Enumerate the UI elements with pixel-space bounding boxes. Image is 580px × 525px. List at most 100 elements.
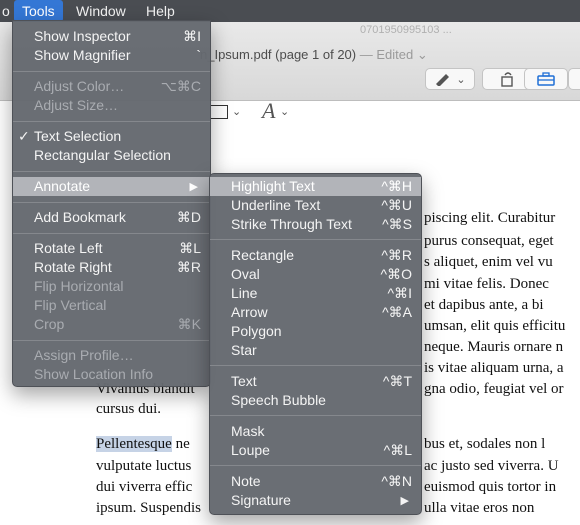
menu-item-shortcut: ^⌘I bbox=[387, 285, 412, 301]
menu-item-shortcut: ^⌘N bbox=[381, 473, 412, 489]
menu-item-rectangular-selection[interactable]: Rectangular Selection bbox=[13, 146, 210, 165]
doc-text-line: ac justo sed viverra. U bbox=[424, 458, 559, 474]
menu-item-label: Crop bbox=[34, 316, 65, 332]
toolbox-button[interactable] bbox=[524, 68, 568, 90]
menu-separator bbox=[13, 202, 210, 203]
menu-item-show-magnifier[interactable]: Show Magnifier ` bbox=[13, 46, 210, 65]
menubar-tools[interactable]: Tools bbox=[14, 0, 63, 22]
menu-separator bbox=[210, 239, 421, 240]
document-title[interactable]: n_Ipsum.pdf (page 1 of 20) — Edited ⌄ bbox=[200, 47, 428, 63]
menu-item-label: Text bbox=[231, 373, 257, 389]
menu-item-shortcut: ^⌘O bbox=[380, 266, 412, 282]
menu-item-adjust-size: Adjust Size… bbox=[13, 96, 210, 115]
menubar-help[interactable]: Help bbox=[138, 0, 183, 22]
menu-item-label: Show Magnifier bbox=[34, 47, 131, 63]
menu-item-label: Show Inspector bbox=[34, 28, 131, 44]
menu-item-label: Underline Text bbox=[231, 197, 321, 213]
menu-item-text[interactable]: Text ^⌘T bbox=[210, 372, 421, 391]
menu-item-show-location-info: Show Location Info bbox=[13, 365, 210, 384]
menu-item-rotate-right[interactable]: Rotate Right ⌘R bbox=[13, 258, 210, 277]
menu-item-label: Flip Horizontal bbox=[34, 278, 124, 294]
menu-item-shortcut: ^⌘U bbox=[381, 197, 412, 213]
menu-item-star[interactable]: Star bbox=[210, 341, 421, 360]
menu-item-label: Assign Profile… bbox=[34, 347, 134, 363]
menu-item-label: Polygon bbox=[231, 323, 282, 339]
menu-separator bbox=[210, 465, 421, 466]
menu-item-show-inspector[interactable]: Show Inspector ⌘I bbox=[13, 27, 210, 46]
menu-item-signature[interactable]: Signature ▶ bbox=[210, 491, 421, 510]
menu-item-label: Note bbox=[231, 473, 261, 489]
rotate-icon bbox=[501, 72, 513, 87]
document-title-name: n_Ipsum.pdf (page 1 of 20) bbox=[200, 47, 357, 62]
menu-separator bbox=[13, 71, 210, 72]
doc-text-line: euismod quis tortor in bbox=[424, 479, 557, 495]
chevron-down-icon[interactable]: ⌄ bbox=[232, 105, 241, 118]
menu-item-label: Speech Bubble bbox=[231, 392, 326, 408]
menu-separator bbox=[13, 233, 210, 234]
document-edited-status[interactable]: — Edited ⌄ bbox=[360, 47, 428, 62]
menu-item-strike-through-text[interactable]: Strike Through Text ^⌘S bbox=[210, 215, 421, 234]
menu-item-mask[interactable]: Mask bbox=[210, 422, 421, 441]
menu-item-polygon[interactable]: Polygon bbox=[210, 322, 421, 341]
menu-item-underline-text[interactable]: Underline Text ^⌘U bbox=[210, 196, 421, 215]
menu-item-add-bookmark[interactable]: Add Bookmark ⌘D bbox=[13, 208, 210, 227]
menu-item-note[interactable]: Note ^⌘N bbox=[210, 472, 421, 491]
doc-text-line: et dapibus ante, a bi bbox=[424, 297, 544, 313]
checkmark-icon: ✓ bbox=[18, 128, 30, 144]
submenu-arrow-icon: ▶ bbox=[400, 495, 409, 507]
menu-item-speech-bubble[interactable]: Speech Bubble bbox=[210, 391, 421, 410]
doc-text-line: bus et, sodales non l bbox=[424, 436, 546, 452]
menu-item-label: Oval bbox=[231, 266, 260, 282]
menu-item-shortcut: ^⌘S bbox=[382, 216, 412, 232]
menu-item-shortcut: ⌘I bbox=[183, 28, 201, 44]
doc-text-line: neque. Mauris ornare n bbox=[424, 339, 564, 355]
doc-text-line: umsan, elit quis efficitu bbox=[424, 318, 566, 334]
menu-item-label: Adjust Size… bbox=[34, 97, 119, 113]
menu-item-label: Flip Vertical bbox=[34, 297, 107, 313]
doc-text-line: Pellentesque ne bbox=[96, 436, 190, 453]
toolbar-overflow-button[interactable] bbox=[568, 68, 580, 90]
doc-text-line: ulla vitae eros non bbox=[424, 500, 535, 516]
menu-item-loupe[interactable]: Loupe ^⌘L bbox=[210, 441, 421, 460]
menu-item-highlight-text[interactable]: Highlight Text ^⌘H bbox=[210, 177, 421, 196]
tools-menu: Show Inspector ⌘I Show Magnifier ` Adjust … bbox=[12, 20, 211, 387]
menu-item-label: Loupe bbox=[231, 442, 270, 458]
menu-item-shortcut: ⌘K bbox=[177, 316, 201, 332]
menu-item-arrow[interactable]: Arrow ^⌘A bbox=[210, 303, 421, 322]
menu-item-line[interactable]: Line ^⌘I bbox=[210, 284, 421, 303]
font-style-icon[interactable]: A bbox=[262, 98, 275, 124]
menu-item-flip-horizontal: Flip Horizontal bbox=[13, 277, 210, 296]
menu-item-shortcut: ^⌘R bbox=[381, 247, 412, 263]
menu-item-shortcut: ^⌘L bbox=[383, 442, 412, 458]
menu-item-label: Annotate bbox=[34, 178, 91, 194]
menu-item-rotate-left[interactable]: Rotate Left ⌘L bbox=[13, 239, 210, 258]
menu-item-label: Add Bookmark bbox=[34, 209, 126, 225]
menu-item-rectangle[interactable]: Rectangle ^⌘R bbox=[210, 246, 421, 265]
menubar-window[interactable]: Window bbox=[68, 0, 134, 22]
menu-item-shortcut: ⌘R bbox=[176, 259, 201, 275]
menu-item-shortcut: ⌥⌘C bbox=[160, 78, 201, 94]
doc-text-line: is vitae aliquam urna, a bbox=[424, 360, 564, 376]
menu-separator bbox=[13, 121, 210, 122]
highlighted-word[interactable]: Pellentesque bbox=[96, 436, 172, 452]
menu-separator bbox=[210, 415, 421, 416]
menu-item-shortcut: ` bbox=[196, 47, 201, 63]
shape-style-icon[interactable] bbox=[210, 105, 228, 119]
menu-item-crop: Crop ⌘K bbox=[13, 315, 210, 334]
menu-item-annotate[interactable]: Annotate ▶ bbox=[13, 177, 210, 196]
menu-item-oval[interactable]: Oval ^⌘O bbox=[210, 265, 421, 284]
doc-text-fragment: ne bbox=[175, 436, 190, 452]
doc-text-line: gna odio, feugiat vel or bbox=[424, 381, 564, 397]
menu-item-text-selection[interactable]: ✓ Text Selection bbox=[13, 127, 210, 146]
chevron-down-icon[interactable]: ⌄ bbox=[280, 105, 289, 118]
menu-item-assign-profile: Assign Profile… bbox=[13, 346, 210, 365]
document-path: 0701950995103 ... bbox=[360, 24, 452, 36]
doc-text-line: vulputate luctus bbox=[96, 458, 192, 474]
menu-item-label: Line bbox=[231, 285, 258, 301]
menu-item-label: Rotate Right bbox=[34, 259, 112, 275]
markup-toolbar-button[interactable]: ⌄ bbox=[425, 68, 475, 90]
menu-item-label: Strike Through Text bbox=[231, 216, 352, 232]
menu-item-shortcut: ⌘D bbox=[176, 209, 201, 225]
menu-item-label: Rectangle bbox=[231, 247, 295, 263]
menu-separator bbox=[13, 171, 210, 172]
